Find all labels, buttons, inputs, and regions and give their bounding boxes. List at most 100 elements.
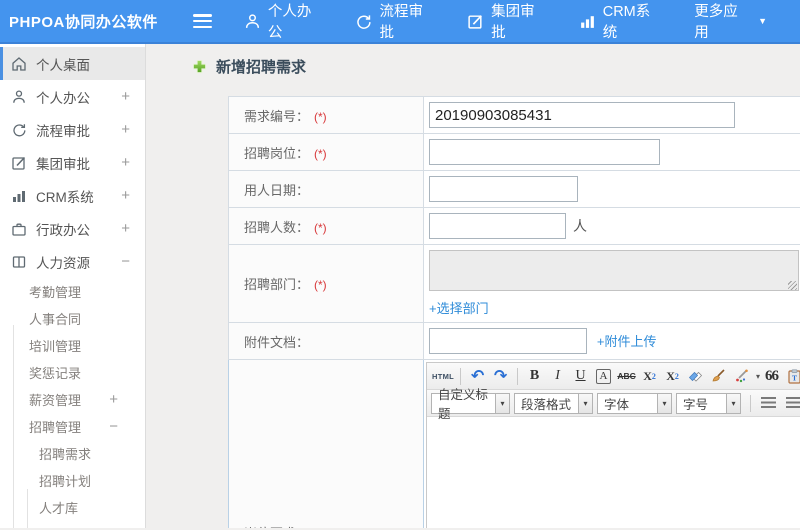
field-label: 附件文档：: [244, 334, 310, 350]
sidebar: 个人桌面 个人办公 + 流程审批 + 集团审批 + CRM系统 + 行政办公 +…: [0, 44, 146, 528]
blockquote-button[interactable]: 66: [761, 366, 782, 387]
sidebar-item-training-mgmt[interactable]: 培训管理: [0, 332, 145, 359]
required-marker: (*): [314, 109, 327, 124]
sidebar-item-personal-desktop[interactable]: 个人桌面: [0, 47, 145, 80]
resize-handle[interactable]: [788, 281, 797, 290]
sidebar-item-label: 招聘需求: [39, 447, 92, 462]
align-center-icon[interactable]: [782, 393, 800, 414]
user-icon: [244, 13, 261, 30]
attachment-input[interactable]: [429, 328, 587, 354]
user-icon: [11, 89, 27, 105]
superscript-button[interactable]: X2: [639, 366, 660, 387]
form-row: 招聘人数： (*) 人: [228, 207, 800, 245]
sidebar-item-salary-mgmt[interactable]: 薪资管理 +: [0, 386, 145, 413]
eraser-icon[interactable]: [685, 366, 706, 387]
attachment-upload-link[interactable]: +附件上传: [597, 334, 657, 349]
sidebar-item-attendance-mgmt[interactable]: 考勤管理: [0, 278, 145, 305]
sidebar-item-label: 集团审批: [36, 156, 90, 172]
field-value-cell: HTML ↶ ↷ B I U A ABC X2 X2 ▾ 66 T 自定义标题 …: [423, 359, 800, 528]
sidebar-item-group-approval[interactable]: 集团审批 +: [0, 146, 145, 179]
nav-more-apps[interactable]: 更多应用 ▼: [694, 0, 767, 42]
nav-group-approval[interactable]: 集团审批: [467, 0, 546, 42]
workflow-icon: [355, 13, 372, 30]
nav-workflow-approval[interactable]: 流程审批: [355, 0, 434, 42]
sidebar-item-label: 个人办公: [36, 90, 90, 106]
sidebar-item-label: 培训管理: [29, 339, 82, 354]
sidebar-item-label: 行政办公: [36, 222, 90, 238]
field-value-cell: [423, 170, 800, 208]
redo-button[interactable]: ↷: [490, 366, 511, 387]
sidebar-item-label: 个人桌面: [36, 57, 90, 73]
menu-toggle-icon[interactable]: [193, 14, 212, 28]
sidebar-item-recruit-requirement[interactable]: 招聘需求: [0, 440, 145, 467]
strikethrough-button[interactable]: ABC: [616, 366, 637, 387]
field-label: 用人日期：: [244, 182, 310, 198]
paragraph-format-dropdown[interactable]: 段落格式 ▾: [514, 392, 593, 414]
form-row: 招聘部门： (*) +选择部门: [228, 244, 800, 323]
bold-button[interactable]: B: [524, 366, 545, 387]
border-text-button[interactable]: A: [596, 368, 612, 384]
subscript-button[interactable]: X2: [662, 366, 683, 387]
recruit-department-textarea[interactable]: [429, 250, 799, 291]
nav-label: 更多应用: [694, 4, 738, 41]
form-row: 用人日期：: [228, 170, 800, 208]
field-label: 招聘岗位：: [244, 145, 310, 161]
font-size-dropdown[interactable]: 字号 ▾: [676, 392, 741, 414]
sidebar-item-recruit-plan[interactable]: 招聘计划: [0, 467, 145, 494]
caret-down-icon: ▾: [726, 392, 741, 414]
expand-icon[interactable]: +: [109, 391, 118, 408]
sidebar-item-reward-records[interactable]: 奖惩记录: [0, 359, 145, 386]
expand-icon[interactable]: +: [121, 121, 130, 138]
form-row: 附件文档： +附件上传: [228, 322, 800, 360]
editor-content-area[interactable]: [427, 417, 800, 528]
select-department-link[interactable]: +选择部门: [429, 298, 489, 317]
expand-icon[interactable]: +: [121, 88, 130, 105]
sidebar-item-talent-pool[interactable]: 人才库: [0, 494, 145, 521]
underline-button[interactable]: U: [570, 366, 591, 387]
book-icon: [11, 254, 27, 270]
paste-text-icon[interactable]: T: [784, 366, 800, 387]
custom-title-dropdown[interactable]: 自定义标题 ▾: [431, 388, 510, 421]
field-label: 招聘人数：: [244, 219, 310, 235]
sidebar-item-recruit-mgmt[interactable]: 招聘管理 −: [0, 413, 145, 440]
italic-button[interactable]: I: [547, 366, 568, 387]
top-nav: 个人办公 流程审批 集团审批 CRM系统 更多应用 ▼: [244, 0, 800, 42]
main-content: 新增招聘需求 需求编号： (*) 招聘岗位： (*): [146, 44, 800, 528]
sidebar-item-label: 招聘计划: [39, 474, 92, 489]
sidebar-item-admin-office[interactable]: 行政办公 +: [0, 212, 145, 245]
hire-date-input[interactable]: [429, 176, 578, 202]
nav-label: 集团审批: [491, 4, 535, 41]
caret-down-icon: ▾: [495, 392, 510, 414]
font-family-dropdown[interactable]: 字体 ▾: [597, 392, 672, 414]
field-value-cell: [423, 96, 800, 134]
sidebar-item-hr-contract[interactable]: 人事合同: [0, 305, 145, 332]
expand-icon[interactable]: +: [121, 220, 130, 237]
field-label-cell: 需求编号： (*): [228, 96, 424, 134]
sidebar-item-label: 人力资源: [36, 255, 90, 271]
caret-down-icon[interactable]: ▾: [756, 372, 760, 381]
required-marker: (*): [314, 146, 327, 161]
bar-chart-icon: [579, 13, 596, 30]
expand-icon[interactable]: +: [121, 154, 130, 171]
format-painter-icon[interactable]: [731, 366, 752, 387]
sidebar-item-workflow-approval[interactable]: 流程审批 +: [0, 113, 145, 146]
headcount-input[interactable]: [429, 213, 566, 239]
align-left-icon[interactable]: [757, 393, 780, 414]
sidebar-item-crm-system[interactable]: CRM系统 +: [0, 179, 145, 212]
recruit-requirement-form: 需求编号： (*) 招聘岗位： (*) 用人日期：: [228, 96, 800, 528]
field-value-cell: 人: [423, 207, 800, 245]
recruit-position-input[interactable]: [429, 139, 660, 165]
editor-toolbar-row-2: 自定义标题 ▾ 段落格式 ▾ 字体 ▾ 字号 ▾: [427, 388, 800, 421]
cleanup-brush-icon[interactable]: [708, 366, 729, 387]
nav-personal-office[interactable]: 个人办公: [244, 0, 323, 42]
home-icon: [11, 56, 27, 72]
required-marker: (*): [314, 527, 327, 528]
requirement-number-input[interactable]: [429, 102, 735, 128]
sidebar-item-personal-office[interactable]: 个人办公 +: [0, 80, 145, 113]
app-logo: PHPOA协同办公软件: [9, 13, 158, 31]
collapse-icon[interactable]: −: [109, 418, 118, 435]
nav-crm-system[interactable]: CRM系统: [579, 0, 661, 42]
collapse-icon[interactable]: −: [121, 253, 130, 270]
sidebar-item-human-resources[interactable]: 人力资源 −: [0, 245, 145, 278]
expand-icon[interactable]: +: [121, 187, 130, 204]
